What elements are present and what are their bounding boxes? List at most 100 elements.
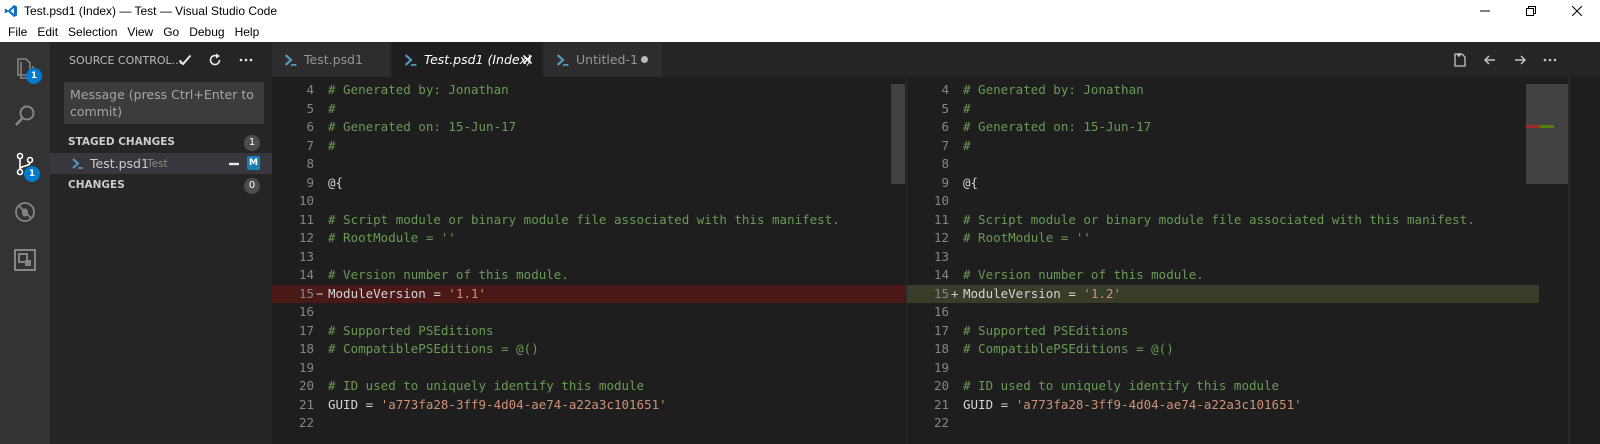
code-line[interactable]: 16 xyxy=(907,303,1539,321)
code-line[interactable]: 21 GUID = 'a773fa28-3ff9-4d04-ae74-a22a3c… xyxy=(907,396,1539,414)
more-actions-button[interactable] xyxy=(238,52,254,68)
code-text: # Generated on: 15-Jun-17 xyxy=(963,118,1151,136)
code-line[interactable]: 4 # Generated by: Jonathan xyxy=(907,81,1539,99)
extensions-icon xyxy=(14,249,36,271)
code-line[interactable]: 22 xyxy=(907,414,1539,432)
code-line[interactable]: 12 # RootModule = '' xyxy=(272,229,906,247)
staged-changes-header[interactable]: STAGED CHANGES xyxy=(68,136,175,148)
code-text: # CompatiblePSEditions = @() xyxy=(963,340,1174,358)
code-line[interactable]: 13 xyxy=(907,248,1539,266)
next-change-button[interactable] xyxy=(1512,52,1528,68)
code-line[interactable]: 21 GUID = 'a773fa28-3ff9-4d04-ae74-a22a3c… xyxy=(272,396,906,414)
code-text: # Version number of this module. xyxy=(328,266,569,284)
restore-button[interactable] xyxy=(1508,0,1554,22)
menu-edit[interactable]: Edit xyxy=(32,25,63,39)
close-tab-icon[interactable] xyxy=(523,55,532,64)
code-line[interactable]: 8 xyxy=(907,155,1539,173)
code-line[interactable]: 15− ModuleVersion = '1.1' xyxy=(272,284,906,303)
diff-modified-pane[interactable]: 4 # Generated by: Jonathan 5 #6 # Generated … xyxy=(906,77,1539,444)
code-line[interactable]: 10 xyxy=(907,192,1539,210)
changes-header[interactable]: CHANGES xyxy=(68,179,125,191)
refresh-button[interactable] xyxy=(207,52,223,68)
code-line[interactable]: 5 # xyxy=(907,100,1539,118)
line-number: 20 xyxy=(298,378,314,393)
code-line[interactable]: 7 # xyxy=(907,137,1539,155)
check-icon xyxy=(178,54,192,66)
line-number: 4 xyxy=(941,82,949,97)
scm-badge: 1 xyxy=(24,166,40,182)
code-line[interactable]: 5 # xyxy=(272,100,906,118)
code-text: # xyxy=(963,100,971,118)
line-number: 18 xyxy=(933,341,949,356)
unstage-button[interactable] xyxy=(227,157,241,171)
code-line[interactable]: 16 xyxy=(272,303,906,321)
activity-debug[interactable] xyxy=(0,188,50,236)
minus-icon xyxy=(229,162,239,166)
code-line[interactable]: 19 xyxy=(272,359,906,377)
close-window-button[interactable] xyxy=(1554,0,1600,22)
line-number: 22 xyxy=(933,415,949,430)
code-line[interactable]: 14 # Version number of this module. xyxy=(272,266,906,284)
commit-button[interactable] xyxy=(177,52,193,68)
code-line[interactable]: 20 # ID used to uniquely identify this mo… xyxy=(907,377,1539,395)
tab-untitled-1[interactable]: Untitled-1 xyxy=(544,42,662,77)
powershell-file-icon xyxy=(404,53,417,66)
code-line[interactable]: 14 # Version number of this module. xyxy=(907,266,1539,284)
source-control-sidebar: SOURCE CONTROL... Message (press Ctrl+En… xyxy=(50,42,272,444)
code-line[interactable]: 15 + ModuleVersion = '1.2' xyxy=(907,284,1539,303)
activity-search[interactable] xyxy=(0,92,50,140)
sidebar-title: SOURCE CONTROL... xyxy=(69,54,183,67)
staged-file-row[interactable]: Test.psd1 Test M xyxy=(50,153,272,174)
arrow-left-icon xyxy=(1483,55,1495,65)
code-line[interactable]: 22 xyxy=(272,414,906,432)
activity-explorer[interactable]: 1 xyxy=(0,44,50,92)
right-scrollbar-thumb[interactable] xyxy=(1526,84,1570,184)
code-line[interactable]: 19 xyxy=(907,359,1539,377)
arrow-right-icon xyxy=(1515,55,1527,65)
menu-go[interactable]: Go xyxy=(158,25,184,39)
code-line[interactable]: 7 # xyxy=(272,137,906,155)
menu-debug[interactable]: Debug xyxy=(184,25,229,39)
code-line[interactable]: 10 xyxy=(272,192,906,210)
diff-original-pane[interactable]: 4 # Generated by: Jonathan 5 #6 # Generated … xyxy=(272,77,906,444)
code-line[interactable]: 17 # Supported PSEditions xyxy=(907,322,1539,340)
code-token: GUID = xyxy=(328,396,381,412)
code-line[interactable]: 11 # Script module or binary module file … xyxy=(272,211,906,229)
tab-test-psd1[interactable]: Test.psd1 xyxy=(272,42,390,77)
previous-change-button[interactable] xyxy=(1482,52,1498,68)
code-text: # xyxy=(963,137,971,155)
minimize-button[interactable] xyxy=(1462,0,1508,22)
overview-removed-marker xyxy=(1526,125,1540,128)
tab-test-psd1-index[interactable]: Test.psd1 (Index) xyxy=(392,42,542,77)
code-line[interactable]: 12 # RootModule = '' xyxy=(907,229,1539,247)
activity-source-control[interactable]: 1 xyxy=(0,140,50,188)
menu-file[interactable]: File xyxy=(3,25,32,39)
menu-selection[interactable]: Selection xyxy=(63,25,122,39)
commit-message-input[interactable]: Message (press Ctrl+Enter to commit) xyxy=(64,82,264,124)
menu-view[interactable]: View xyxy=(122,25,158,39)
activity-extensions[interactable] xyxy=(0,236,50,284)
code-line[interactable]: 20 # ID used to uniquely identify this mo… xyxy=(272,377,906,395)
more-editor-actions-button[interactable] xyxy=(1542,52,1558,68)
left-scrollbar-thumb[interactable] xyxy=(891,84,905,184)
menu-help[interactable]: Help xyxy=(230,25,265,39)
line-number: 9 xyxy=(306,174,314,190)
code-text: # CompatiblePSEditions = @() xyxy=(328,340,539,358)
code-line[interactable]: 11 # Script module or binary module file … xyxy=(907,211,1539,229)
powershell-file-icon xyxy=(72,158,83,169)
open-file-button[interactable] xyxy=(1452,52,1468,68)
code-line[interactable]: 18 # CompatiblePSEditions = @() xyxy=(272,340,906,358)
code-line[interactable]: 9 @{ xyxy=(272,174,906,192)
code-text: # xyxy=(328,100,336,118)
code-line[interactable]: 6 # Generated on: 15-Jun-17 xyxy=(272,118,906,136)
editor-tab-bar: Test.psd1 Test.psd1 (Index) Untitled-1 xyxy=(272,42,1600,77)
search-icon xyxy=(15,105,35,126)
code-line[interactable]: 9 @{ xyxy=(907,174,1539,192)
code-line[interactable]: 18 # CompatiblePSEditions = @() xyxy=(907,340,1539,358)
code-line[interactable]: 4 # Generated by: Jonathan xyxy=(272,81,906,99)
code-line[interactable]: 8 xyxy=(272,155,906,173)
code-line[interactable]: 6 # Generated on: 15-Jun-17 xyxy=(907,118,1539,136)
code-line[interactable]: 13 xyxy=(272,248,906,266)
code-token: # CompatiblePSEditions = @() xyxy=(328,341,539,356)
code-line[interactable]: 17 # Supported PSEditions xyxy=(272,322,906,340)
